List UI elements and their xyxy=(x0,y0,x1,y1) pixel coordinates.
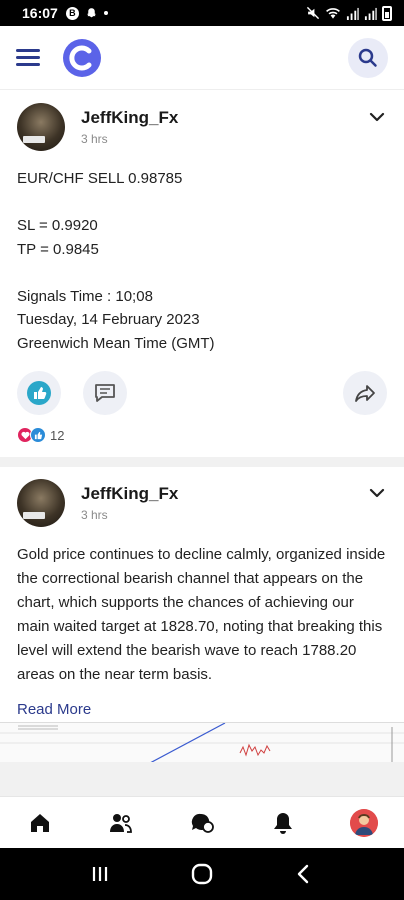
chart-image[interactable] xyxy=(0,722,404,762)
b-circle-icon: B xyxy=(65,6,79,20)
chevron-down-icon[interactable] xyxy=(367,107,387,127)
reactions-summary[interactable]: 12 xyxy=(17,427,387,457)
bottom-nav xyxy=(0,796,404,848)
post-time: 3 hrs xyxy=(81,132,108,146)
bell-icon xyxy=(273,812,292,834)
nav-chat[interactable] xyxy=(182,803,222,843)
wifi-icon xyxy=(326,8,340,19)
status-bar: 16:07 B xyxy=(0,0,404,26)
users-icon xyxy=(110,813,133,833)
app-logo-c-icon[interactable] xyxy=(62,38,102,78)
post-body: EUR/CHF SELL 0.98785 SL = 0.9920 TP = 0.… xyxy=(17,170,215,352)
app-bar xyxy=(0,26,404,90)
share-icon xyxy=(355,385,375,402)
thumbs-up-icon xyxy=(27,381,51,405)
post-time: 3 hrs xyxy=(81,508,108,522)
signal-icon xyxy=(364,7,377,20)
author-avatar[interactable] xyxy=(17,103,65,151)
system-nav-bar xyxy=(0,848,404,900)
recents-icon[interactable] xyxy=(89,863,111,885)
like-button[interactable] xyxy=(17,371,61,415)
search-button[interactable] xyxy=(348,37,388,78)
signal-icon xyxy=(346,7,359,20)
author-name[interactable]: JeffKing_Fx xyxy=(81,108,178,128)
chat-icon xyxy=(191,813,214,833)
author-name[interactable]: JeffKing_Fx xyxy=(81,484,178,504)
nav-notifications[interactable] xyxy=(263,803,303,843)
chevron-down-icon[interactable] xyxy=(367,483,387,503)
reaction-count: 12 xyxy=(50,427,65,443)
profile-avatar xyxy=(349,808,378,837)
author-avatar[interactable] xyxy=(17,479,65,527)
snapchat-icon xyxy=(86,7,96,17)
post-card: JeffKing_Fx 3 hrs Gold price continues t… xyxy=(0,467,404,762)
read-more-link[interactable]: Read More xyxy=(17,701,91,718)
nav-home[interactable] xyxy=(20,803,60,843)
hamburger-icon[interactable] xyxy=(16,49,40,66)
back-icon[interactable] xyxy=(293,863,315,885)
share-button[interactable] xyxy=(343,371,387,415)
battery-icon xyxy=(382,5,392,21)
nav-profile[interactable] xyxy=(344,803,384,843)
search-icon xyxy=(358,48,377,67)
feed: JeffKing_Fx 3 hrs EUR/CHF SELL 0.98785 S… xyxy=(0,91,404,796)
mute-icon xyxy=(306,6,320,20)
dot-icon xyxy=(103,11,108,15)
nav-users[interactable] xyxy=(101,803,141,843)
status-time: 16:07 xyxy=(22,5,58,21)
comment-button[interactable] xyxy=(83,371,127,415)
thumbs-up-icon xyxy=(30,427,46,443)
post-body: Gold price continues to decline calmly, … xyxy=(17,546,386,683)
comment-icon xyxy=(95,384,115,402)
home-circle-icon[interactable] xyxy=(190,862,214,886)
post-card: JeffKing_Fx 3 hrs EUR/CHF SELL 0.98785 S… xyxy=(0,91,404,457)
home-icon xyxy=(31,813,50,832)
